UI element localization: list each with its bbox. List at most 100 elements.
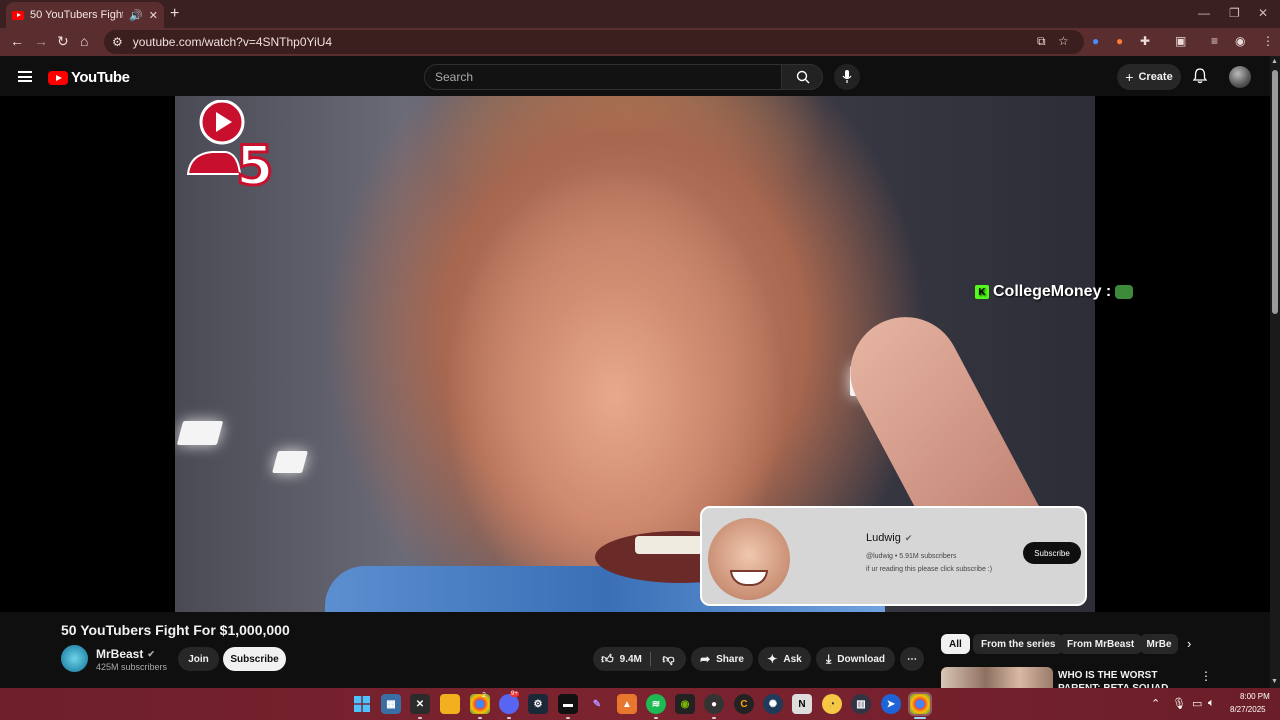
media-control-icon[interactable]: ≡ xyxy=(1211,34,1218,48)
more-actions-button[interactable]: ⋯ xyxy=(900,647,924,671)
chrome-app-icon[interactable] xyxy=(470,694,490,714)
audio-playing-icon[interactable]: 🔊 xyxy=(129,9,143,22)
browser-app-icon[interactable]: C xyxy=(734,694,754,714)
chrome-active-app-icon[interactable] xyxy=(908,692,932,716)
ceiling-light xyxy=(272,451,308,473)
account-avatar[interactable] xyxy=(1229,66,1251,88)
search-icon xyxy=(796,70,810,84)
search-button[interactable] xyxy=(781,64,823,90)
browser-tab-active[interactable]: 50 YouTubers Fight For $1,0 🔊 ✕ xyxy=(6,2,164,28)
site-info-icon[interactable]: ⚙ xyxy=(112,35,123,49)
tab-title: 50 YouTubers Fight For $1,0 xyxy=(30,9,124,21)
dislike-button[interactable]: 👎︎ xyxy=(651,647,686,671)
feather-app-icon[interactable]: ✎ xyxy=(587,694,607,714)
search-input[interactable]: Search xyxy=(424,64,782,90)
vlc-app-icon[interactable]: ▲ xyxy=(617,694,637,714)
notifications-bell-icon[interactable] xyxy=(1192,68,1208,84)
chip-mrbeast[interactable]: MrBe xyxy=(1140,634,1178,654)
join-button[interactable]: Join xyxy=(178,647,219,671)
chevron-right-icon[interactable]: › xyxy=(1187,636,1191,651)
ask-button[interactable]: ✦ Ask xyxy=(758,647,811,671)
tray-overflow-icon[interactable]: ⌃ xyxy=(1151,697,1160,710)
tab-close-icon[interactable]: ✕ xyxy=(149,9,158,22)
discord-app-icon[interactable] xyxy=(499,694,519,714)
active-indicator xyxy=(914,717,926,719)
browser-menu-icon[interactable]: ⋮ xyxy=(1262,34,1274,48)
download-button[interactable]: ⤓ Download xyxy=(816,647,895,671)
channel-avatar[interactable] xyxy=(61,645,88,672)
url-text: youtube.com/watch?v=4SNThp0YiU4 xyxy=(132,35,333,49)
profile-icon[interactable]: ◉ xyxy=(1235,34,1245,48)
clock-date[interactable]: 8/27/2025 xyxy=(1230,705,1266,714)
like-count: 9.4M xyxy=(619,653,642,665)
network-tray-icon[interactable]: ▭ xyxy=(1192,697,1202,710)
youtube-logo[interactable]: YouTube xyxy=(48,69,130,86)
photos-app-icon[interactable]: ▦ xyxy=(381,694,401,714)
chat-app-icon[interactable]: ◔ xyxy=(822,694,842,714)
audio-app-icon[interactable]: ▥ xyxy=(851,694,871,714)
chip-from-mrbeast[interactable]: From MrBeast xyxy=(1059,634,1143,654)
pepe-emote-icon xyxy=(1115,285,1134,299)
extension-icon[interactable]: ● xyxy=(1092,34,1099,48)
youtube-header: YouTube Search + Create xyxy=(0,56,1280,96)
close-window-icon[interactable]: ✕ xyxy=(1258,6,1268,20)
microphone-icon xyxy=(842,70,852,83)
youtube-play-icon xyxy=(48,70,68,85)
volume-tray-icon[interactable]: 🔈︎ xyxy=(1208,697,1215,710)
scroll-thumb[interactable] xyxy=(1272,70,1278,314)
chip-all[interactable]: All xyxy=(941,634,970,654)
subscribe-button[interactable]: Subscribe xyxy=(223,647,286,671)
chip-from-series[interactable]: From the series xyxy=(973,634,1064,654)
video-player[interactable]: 5 K CollegeMoney : Ludwig ✔ @ludwig • 5.… xyxy=(0,96,1270,612)
new-tab-button[interactable]: + xyxy=(170,5,179,23)
clock-time[interactable]: 8:00 PM xyxy=(1240,692,1270,701)
scroll-down-icon[interactable]: ▼ xyxy=(1271,678,1278,685)
extensions-puzzle-icon[interactable]: ✚ xyxy=(1140,34,1150,48)
network-app-icon[interactable]: ✺ xyxy=(763,694,783,714)
more-vertical-icon[interactable]: ⋮ xyxy=(1200,669,1212,683)
app-launcher-icon[interactable]: ➤ xyxy=(881,694,901,714)
create-button[interactable]: + Create xyxy=(1117,64,1181,90)
end-card-subscribe[interactable]: Ludwig ✔ @ludwig • 5.91M subscribers if … xyxy=(700,506,1087,606)
media-app-icon[interactable]: ▬ xyxy=(558,694,578,714)
video-title: 50 YouTubers Fight For $1,000,000 xyxy=(61,622,290,638)
extension-icon[interactable]: ● xyxy=(1116,34,1123,48)
channel-name-text[interactable]: MrBeast xyxy=(96,647,143,661)
running-indicator xyxy=(418,717,422,719)
back-icon[interactable]: ← xyxy=(10,33,24,49)
recommended-thumbnail[interactable] xyxy=(941,667,1053,689)
home-icon[interactable]: ⌂ xyxy=(80,33,88,49)
endcard-subscribe-button[interactable]: Subscribe xyxy=(1023,542,1081,564)
ceiling-light xyxy=(176,421,224,445)
stream-chat-overlay: K CollegeMoney : xyxy=(975,283,1134,301)
install-app-icon[interactable]: ⧉ xyxy=(1037,34,1046,49)
nvidia-app-icon[interactable]: ◉ xyxy=(675,694,695,714)
address-bar[interactable]: ⚙ youtube.com/watch?v=4SNThp0YiU4 xyxy=(104,30,1084,54)
file-explorer-icon[interactable] xyxy=(440,694,460,714)
share-label: Share xyxy=(716,653,744,665)
start-windows-icon[interactable] xyxy=(352,694,372,714)
channel-avatar-ludwig[interactable] xyxy=(708,518,790,600)
spotify-app-icon[interactable]: ≋ xyxy=(646,694,666,714)
share-button[interactable]: ➦ Share xyxy=(691,647,753,671)
terminal-app-icon[interactable]: ✕ xyxy=(410,694,430,714)
sidepanel-icon[interactable]: ▣ xyxy=(1175,34,1186,48)
voice-search-button[interactable] xyxy=(834,64,860,90)
channel-name[interactable]: MrBeast ✔ xyxy=(96,647,155,661)
running-indicator xyxy=(478,717,482,719)
like-button[interactable]: 👍︎ 9.4M xyxy=(593,647,650,671)
reload-icon[interactable]: ↻ xyxy=(57,33,69,50)
plus-icon: + xyxy=(1125,69,1134,85)
scroll-up-icon[interactable]: ▲ xyxy=(1271,58,1278,65)
microphone-tray-icon[interactable]: 🎙︎ xyxy=(1172,697,1186,710)
minimize-icon[interactable]: — xyxy=(1198,6,1210,20)
forward-icon[interactable]: → xyxy=(34,33,48,49)
restore-icon[interactable]: ❐ xyxy=(1229,6,1240,20)
page-scrollbar[interactable]: ▲ ▼ xyxy=(1270,56,1280,688)
bookmark-star-icon[interactable]: ☆ xyxy=(1058,34,1069,48)
steam-app-icon[interactable]: ⚙ xyxy=(528,694,548,714)
hamburger-menu-icon[interactable] xyxy=(18,71,32,82)
notion-app-icon[interactable]: N xyxy=(792,694,812,714)
obs-app-icon[interactable]: ● xyxy=(704,694,724,714)
download-label: Download xyxy=(837,653,886,665)
